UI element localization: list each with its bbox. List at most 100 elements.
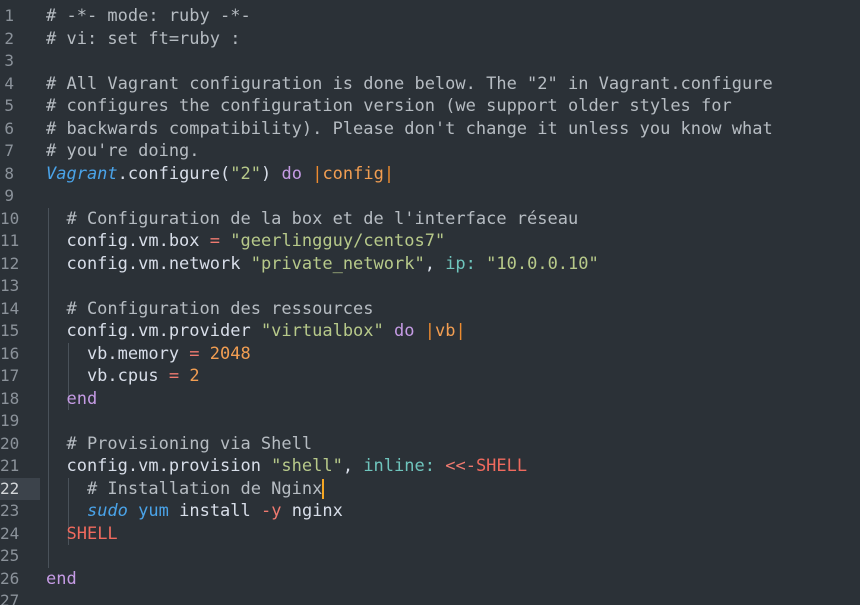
code-line[interactable]: 6 # backwards compatibility). Please don'… — [0, 118, 860, 141]
code-token: , — [342, 456, 364, 476]
code-token: | — [424, 321, 435, 341]
code-line[interactable]: 20 # Provisioning via Shell — [0, 432, 860, 456]
code-line[interactable]: 8 Vagrant.configure("2") do |config| — [0, 163, 860, 186]
code-line[interactable]: 19 — [0, 410, 860, 433]
code-line[interactable]: 16 vb.memory = 2048 — [0, 342, 860, 366]
code-line[interactable]: 24 SHELL — [0, 522, 860, 546]
code-token: # All Vagrant configuration is done belo… — [46, 73, 773, 94]
code-text: vb.cpus = 2 — [46, 365, 200, 388]
line-number: 26 — [0, 568, 20, 588]
code-token: 2 — [189, 366, 200, 386]
line-number: 20 — [0, 433, 20, 453]
indent-guide — [48, 275, 49, 298]
code-token: do — [281, 163, 302, 184]
code-line[interactable]: 10 # Configuration de la box et de l'int… — [0, 207, 860, 231]
code-token: config.vm.provision — [46, 456, 272, 476]
line-number: 24 — [0, 523, 20, 543]
code-text: # Provisioning via Shell — [46, 433, 312, 456]
code-line[interactable]: 4 # All Vagrant configuration is done bel… — [0, 73, 860, 96]
code-token: = — [209, 231, 221, 251]
line-number: 19 — [0, 411, 20, 430]
code-line[interactable]: 14 # Configuration des ressources — [0, 297, 860, 321]
code-line[interactable]: 15 config.vm.provider "virtualbox" do |v… — [0, 320, 860, 343]
code-line[interactable]: 13 — [0, 275, 860, 298]
text-cursor — [322, 478, 325, 499]
code-line[interactable]: 11 config.vm.box = "geerlingguy/centos7" — [0, 230, 860, 253]
code-token: config.vm.box — [46, 231, 210, 251]
code-token: "2" — [230, 163, 261, 184]
code-token: # you're doing. — [46, 141, 200, 161]
code-token: = — [168, 366, 180, 386]
code-line[interactable]: 3 — [0, 50, 860, 73]
line-number: 2 — [4, 28, 14, 48]
line-number: 6 — [4, 118, 14, 138]
line-number: 23 — [0, 501, 20, 520]
line-number: 9 — [4, 186, 14, 205]
code-line[interactable]: 18 end — [0, 387, 860, 410]
code-token: 2048 — [209, 343, 251, 364]
code-text: vb.memory = 2048 — [46, 343, 251, 366]
code-token: ) — [260, 163, 282, 184]
line-number: 25 — [0, 546, 20, 565]
code-token: install — [168, 501, 261, 521]
code-editor[interactable]: 1 # -*- mode: ruby -*- 2 # vi: set ft=ruby … — [0, 0, 860, 605]
code-token: # Provisioning via Shell — [46, 433, 313, 454]
line-number: 13 — [0, 276, 20, 295]
code-line[interactable]: 12 config.vm.network "private_network", … — [0, 252, 860, 276]
line-number: 17 — [0, 366, 20, 385]
code-text: SHELL — [46, 523, 118, 546]
code-token: config.vm.provider — [46, 321, 261, 341]
code-line[interactable]: 7 # you're doing. — [0, 140, 860, 163]
code-text: config.vm.network "private_network", ip:… — [46, 253, 599, 276]
code-token: | — [455, 321, 466, 341]
code-text: # Installation de Nginx — [46, 478, 325, 501]
code-token: .configure( — [117, 163, 231, 184]
code-text: # Configuration des ressources — [46, 298, 373, 321]
code-token: vb.memory — [46, 343, 190, 364]
code-line[interactable]: 1 # -*- mode: ruby -*- — [0, 5, 860, 28]
indent-guide — [48, 545, 49, 568]
code-line[interactable]: 21 config.vm.provision "shell", inline: … — [0, 455, 860, 478]
line-number: 21 — [0, 456, 20, 475]
code-line[interactable]: 5 # configures the configuration version … — [0, 95, 860, 118]
code-line[interactable]: 9 — [0, 185, 860, 208]
code-text: # All Vagrant configuration is done belo… — [46, 73, 773, 96]
code-token: vb — [435, 321, 456, 341]
code-token: "10.0.0.10" — [486, 253, 599, 274]
code-token: config — [322, 163, 384, 184]
code-text: config.vm.provision "shell", inline: <<-… — [46, 455, 527, 478]
code-token: config.vm.network — [46, 253, 251, 274]
line-number: 11 — [0, 231, 20, 250]
code-line[interactable]: 22 # Installation de Nginx — [0, 477, 860, 501]
code-token: , — [424, 253, 446, 274]
code-line[interactable]: 25 — [0, 545, 860, 568]
line-number: 4 — [4, 73, 14, 93]
code-token: Vagrant — [46, 163, 118, 184]
code-line[interactable]: 27 — [0, 590, 860, 605]
line-number: 3 — [4, 51, 14, 70]
code-token: vb.cpus — [46, 366, 169, 386]
code-line[interactable]: 23 sudo yum install -y nginx — [0, 500, 860, 523]
code-text: # -*- mode: ruby -*- — [46, 5, 251, 28]
code-line[interactable]: 2 # vi: set ft=ruby : — [0, 28, 860, 51]
code-token: "virtualbox" — [260, 321, 384, 341]
line-number: 12 — [0, 253, 20, 273]
code-text: # Configuration de la box et de l'interf… — [46, 208, 578, 231]
code-token: ip: — [445, 253, 476, 274]
code-text: config.vm.box = "geerlingguy/centos7" — [46, 230, 445, 253]
line-number: 8 — [4, 163, 14, 183]
code-token: SHELL — [66, 523, 118, 544]
code-line[interactable]: 26 end — [0, 568, 860, 591]
code-text: config.vm.provider "virtualbox" do |vb| — [46, 320, 466, 343]
code-token: # vi: set ft=ruby : — [46, 28, 241, 49]
line-number: 22 — [0, 477, 40, 500]
code-line[interactable]: 17 vb.cpus = 2 — [0, 365, 860, 388]
code-text: # you're doing. — [46, 140, 200, 163]
indent-guide — [48, 410, 49, 433]
